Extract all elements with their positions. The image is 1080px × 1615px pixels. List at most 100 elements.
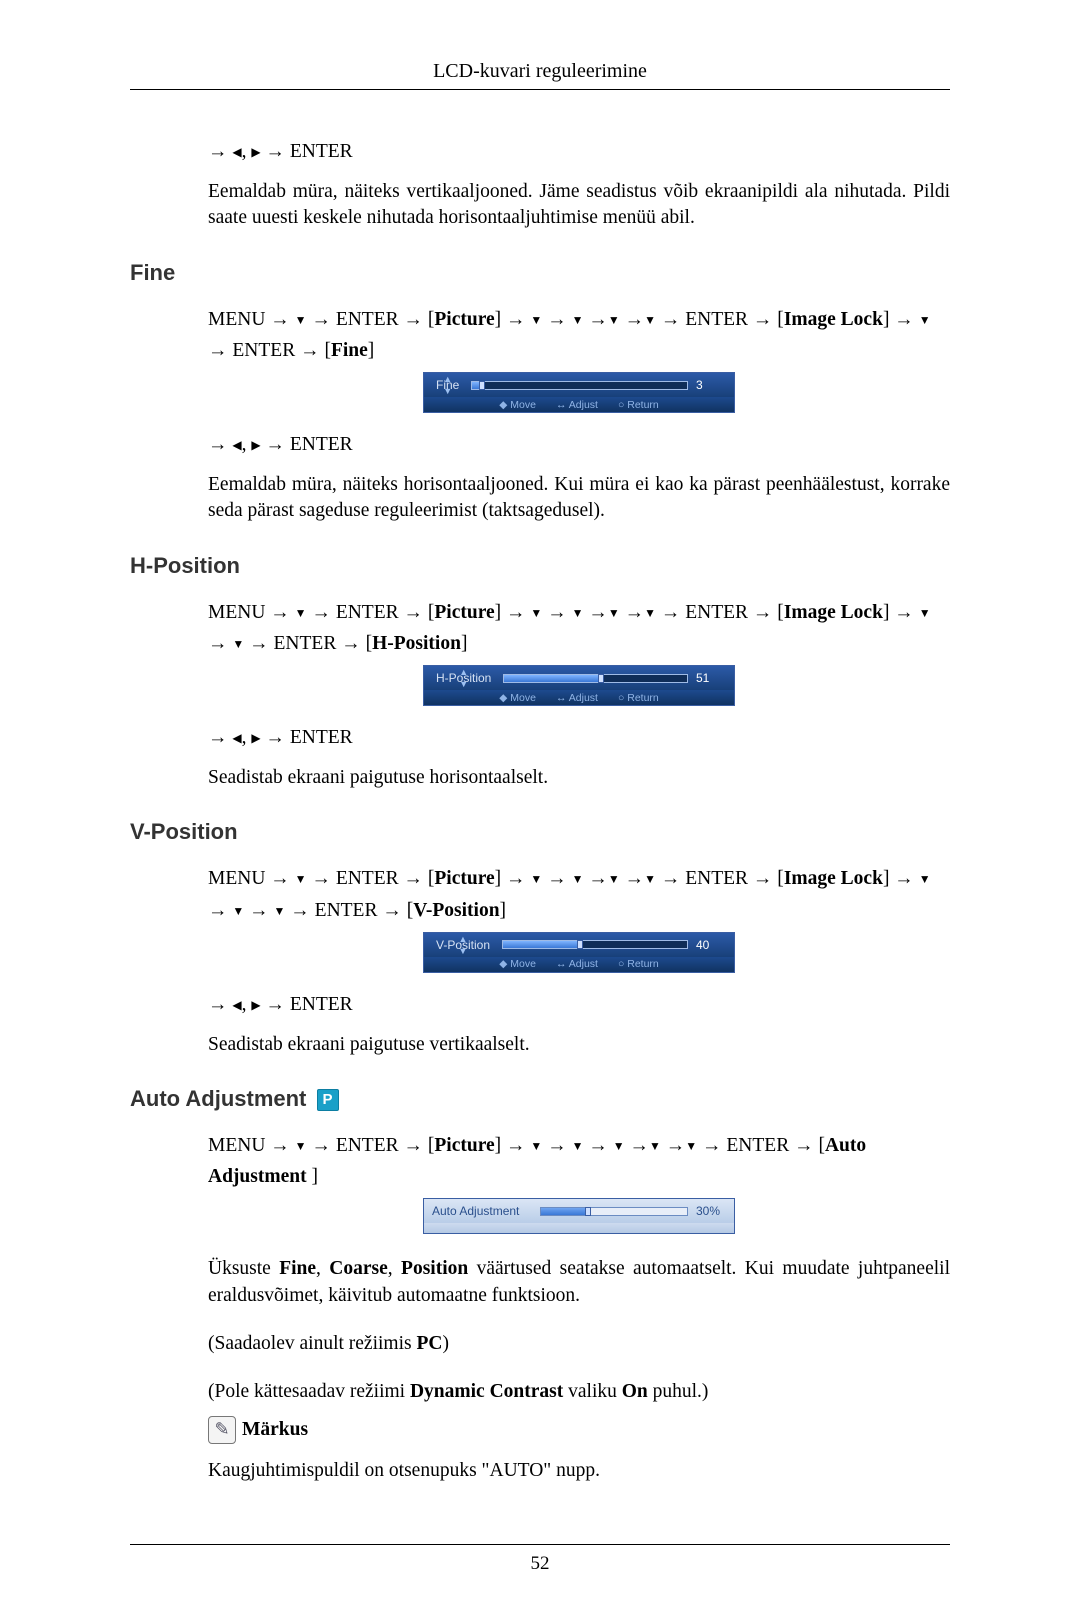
text-run: , [388, 1258, 401, 1279]
osd-slider-handle[interactable] [598, 674, 604, 683]
manual-page: LCD-kuvari reguleerimine → ◀, ▶ → ENTER … [0, 0, 1080, 1615]
path-bold: Picture [434, 309, 494, 330]
path-text: ] → [495, 602, 526, 623]
text-run: ) [442, 1333, 449, 1354]
osd-progress-track [540, 1207, 688, 1216]
triangle-down-icon: ▼ [572, 604, 584, 623]
osd-label-wrap: ▲ V-Position ▼ [432, 938, 494, 952]
path-bold: V-Position [413, 900, 499, 921]
text-bold: PC [416, 1333, 442, 1354]
path-text: ] → [883, 309, 914, 330]
vposition-paragraph: Seadistab ekraani paigutuse vertikaalsel… [208, 1032, 950, 1058]
osd-fine: ▲ Fine ▼ 3 ◆ Move ↔ Adjust ○ Return [423, 372, 735, 413]
osd-hint-text: Return [627, 692, 659, 704]
osd-hint-move: ◆ Move [499, 692, 536, 704]
lr-icon: ↔ [556, 399, 567, 411]
path-text: → ENTER → [ [311, 309, 434, 330]
triangle-down-icon: ▼ [572, 1137, 584, 1156]
osd-label-wrap: ▲ H-Position ▼ [432, 671, 495, 685]
triangle-up-icon: ▲ [443, 374, 452, 384]
triangle-down-icon: ▼ [608, 604, 620, 623]
osd-hint-adjust: ↔ Adjust [556, 692, 598, 704]
osd-auto-adjustment: Auto Adjustment 30% [423, 1198, 735, 1234]
path-bold: Picture [434, 602, 494, 623]
path-bold: Image Lock [784, 868, 883, 889]
path-bold: Picture [434, 1135, 494, 1156]
auto-paragraph-4: Kaugjuhtimispuldil on otsenupuks "AUTO" … [208, 1458, 950, 1484]
osd-top-row: Auto Adjustment 30% [424, 1199, 734, 1223]
path-text: → ENTER → [ [208, 340, 331, 361]
path-text: → ENTER → [ [661, 309, 784, 330]
path-text: ] → [495, 868, 526, 889]
osd-slider-track[interactable] [471, 381, 688, 390]
triangle-up-icon: ▲ [459, 934, 468, 944]
path-text: → [547, 602, 567, 623]
osd-label-wrap: ▲ Fine ▼ [432, 378, 463, 392]
menu-path-fine: MENU → ▼ → ENTER → [Picture] → ▼ → ▼ →▼ … [208, 304, 950, 366]
nav-enter-line: → ◀, ▶ → ENTER [208, 993, 950, 1016]
path-text: → ENTER → [ [311, 1135, 434, 1156]
path-text: → [625, 868, 645, 889]
path-text: ] → [883, 868, 914, 889]
footer-divider [130, 1544, 950, 1545]
osd-slider-fill [503, 941, 578, 948]
path-bold: Picture [434, 868, 494, 889]
path-text: MENU → [208, 602, 290, 623]
path-text: MENU → [208, 309, 290, 330]
path-bold: Image Lock [784, 309, 883, 330]
osd-slider-track[interactable] [502, 940, 688, 949]
path-text: → ENTER → [ [311, 868, 434, 889]
triangle-down-icon: ▼ [649, 1137, 661, 1156]
note-label: Märkus [242, 1419, 308, 1441]
osd-slider-handle[interactable] [479, 381, 485, 390]
note-icon: ✎ [208, 1416, 236, 1444]
osd-slider-fill [504, 675, 598, 682]
path-text: MENU → [208, 868, 290, 889]
pc-mode-badge-icon: P [317, 1089, 339, 1111]
path-text: → ENTER → [ [661, 868, 784, 889]
text-bold: Position [401, 1258, 468, 1279]
triangle-down-icon: ▼ [295, 870, 307, 889]
path-bold: Fine [331, 340, 368, 361]
triangle-down-icon: ▼ [608, 870, 620, 889]
triangle-down-icon: ▼ [572, 311, 584, 330]
triangle-down-icon: ▼ [232, 635, 244, 654]
path-text: → ENTER → [ [702, 1135, 825, 1156]
osd-hint-return: ○ Return [618, 692, 659, 704]
path-text: → [547, 1135, 567, 1156]
osd-slider-handle[interactable] [577, 940, 583, 949]
osd-hint-text: Adjust [569, 958, 598, 970]
osd-hint-text: Move [510, 958, 536, 970]
menu-path-vposition: MENU → ▼ → ENTER → [Picture] → ▼ → ▼ →▼ … [208, 863, 950, 925]
diamond-icon: ◆ [499, 692, 507, 704]
osd-slider-track[interactable] [503, 674, 688, 683]
nav-enter-line: → ◀, ▶ → ENTER [208, 433, 950, 456]
path-text: ] → [883, 602, 914, 623]
path-text: ] [307, 1166, 318, 1187]
triangle-down-icon: ▼ [530, 870, 542, 889]
osd-value: 51 [696, 671, 726, 685]
text-run: valiku [563, 1381, 622, 1402]
path-text: → [588, 602, 608, 623]
osd-footer: ◆ Move ↔ Adjust ○ Return [424, 957, 734, 972]
text-bold: Coarse [329, 1258, 387, 1279]
triangle-right-icon: ▶ [251, 731, 260, 746]
text-run: (Saadaolev ainult režiimis [208, 1333, 416, 1354]
diamond-icon: ◆ [499, 399, 507, 411]
arrow-right-icon: → [265, 140, 285, 162]
path-text: → [547, 309, 567, 330]
osd-top-row: ▲ V-Position ▼ 40 [424, 933, 734, 957]
arrow-right-icon: → [265, 993, 285, 1015]
heading-text: Auto Adjustment [130, 1086, 306, 1111]
path-text: → [547, 868, 567, 889]
osd-label: Auto Adjustment [432, 1204, 532, 1218]
path-text: → [208, 633, 228, 654]
text-bold: Dynamic Contrast [410, 1381, 563, 1402]
nav-enter-line: → ◀, ▶ → ENTER [208, 140, 950, 163]
triangle-right-icon: ▶ [251, 145, 260, 160]
hposition-paragraph: Seadistab ekraani paigutuse horisontaals… [208, 765, 950, 791]
arrow-right-icon: → [208, 433, 228, 455]
osd-hint-adjust: ↔ Adjust [556, 399, 598, 411]
path-text: ] [368, 340, 375, 361]
path-text: → ENTER → [ [661, 602, 784, 623]
